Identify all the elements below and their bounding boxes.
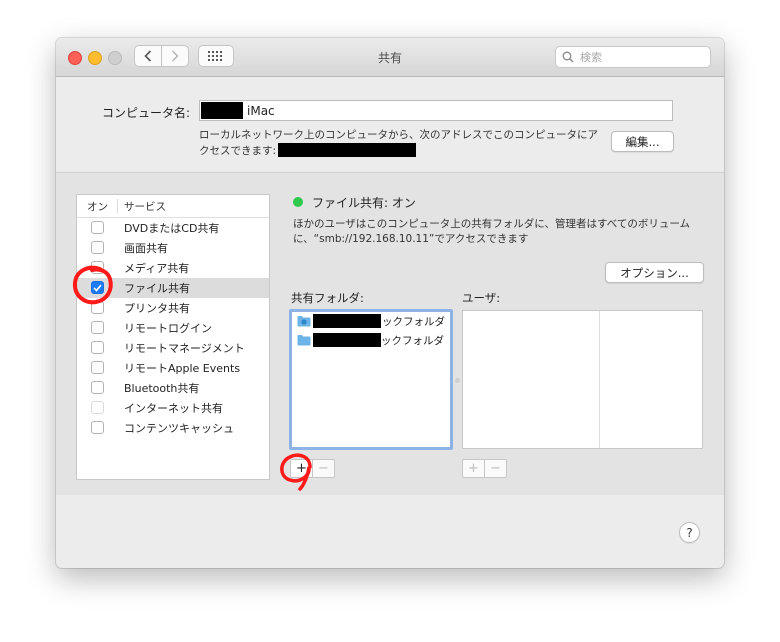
redacted-block: [278, 143, 417, 157]
sharing-panel: オン サービス DVDまたはCD共有 画面共有 メディア共有 ファイル共有 プリ…: [56, 172, 724, 495]
remove-shared-folder-button[interactable]: −: [312, 460, 334, 477]
service-checkbox[interactable]: [91, 221, 104, 234]
service-label: 画面共有: [124, 242, 168, 255]
computer-name-label: コンピュータ名:: [102, 106, 191, 120]
computer-name-value: iMac: [247, 103, 275, 118]
search-icon: [562, 51, 574, 63]
status-indicator-dot: [293, 197, 303, 207]
service-checkbox[interactable]: [91, 341, 104, 354]
service-row-remote-management[interactable]: リモートマネージメント: [77, 338, 269, 358]
users-list[interactable]: [462, 310, 703, 449]
service-label: リモートApple Events: [124, 362, 241, 375]
users-label: ユーザ:: [462, 291, 501, 305]
shared-folder-name: ックフォルダ: [381, 335, 444, 347]
service-checkbox[interactable]: [91, 301, 104, 314]
service-row-screen[interactable]: 画面共有: [77, 238, 269, 258]
users-column-divider: [599, 311, 600, 448]
search-input[interactable]: [578, 49, 702, 65]
service-checkbox[interactable]: [91, 261, 104, 274]
service-row-bluetooth[interactable]: Bluetooth共有: [77, 378, 269, 398]
user-add-remove: + −: [462, 459, 507, 478]
options-button[interactable]: オプション...: [605, 262, 704, 283]
checkmark-icon: [93, 283, 102, 292]
redacted-block: [313, 314, 381, 328]
file-sharing-status: ファイル共有: オン: [312, 196, 416, 210]
redacted-block: [201, 102, 243, 119]
service-checkbox-checked[interactable]: [91, 281, 104, 294]
service-label: リモートマネージメント: [124, 342, 245, 355]
service-row-internet-sharing[interactable]: インターネット共有: [77, 398, 269, 418]
remove-user-button[interactable]: −: [484, 460, 506, 477]
search-field[interactable]: [555, 46, 711, 68]
file-sharing-description: ほかのユーザはこのコンピュータ上の共有フォルダに、管理者はすべてのボリュームに、…: [293, 218, 691, 245]
service-label: リモートログイン: [124, 322, 212, 335]
add-shared-folder-button[interactable]: +: [291, 460, 312, 477]
shared-folder-add-remove: + −: [290, 459, 335, 478]
service-list: オン サービス DVDまたはCD共有 画面共有 メディア共有 ファイル共有 プリ…: [76, 194, 270, 480]
header-divider: [117, 199, 118, 213]
shared-folders-list[interactable]: ックフォルダ ックフォルダ: [289, 309, 453, 450]
service-row-dvd[interactable]: DVDまたはCD共有: [77, 218, 269, 238]
add-user-button[interactable]: +: [463, 460, 484, 477]
service-row-remote-login[interactable]: リモートログイン: [77, 318, 269, 338]
service-label: プリンタ共有: [124, 302, 190, 315]
title-bar: 共有: [56, 38, 724, 77]
service-row-content-caching[interactable]: コンテンツキャッシュ: [77, 418, 269, 438]
service-row-printer[interactable]: プリンタ共有: [77, 298, 269, 318]
service-label: Bluetooth共有: [124, 382, 200, 395]
service-label: ファイル共有: [124, 282, 190, 295]
computer-name-field[interactable]: iMac: [199, 100, 673, 121]
computer-address-description: ローカルネットワーク上のコンピュータから、次のアドレスでこのコンピュータにアクセ…: [199, 128, 599, 159]
split-handle[interactable]: [455, 378, 460, 383]
service-list-header: オン サービス: [77, 195, 269, 218]
service-checkbox[interactable]: [91, 381, 104, 394]
service-row-media[interactable]: メディア共有: [77, 258, 269, 278]
shared-folder-row[interactable]: ックフォルダ: [292, 312, 450, 331]
shared-folder-row[interactable]: ックフォルダ: [292, 331, 450, 350]
folder-icon: [297, 335, 311, 346]
service-label: DVDまたはCD共有: [124, 222, 220, 235]
shared-folders-label: 共有フォルダ:: [291, 291, 364, 305]
computer-name-section: コンピュータ名: iMac ローカルネットワーク上のコンピュータから、次のアドレ…: [56, 77, 724, 172]
service-label: インターネット共有: [124, 402, 223, 415]
edit-button[interactable]: 編集...: [611, 131, 674, 152]
header-service: サービス: [124, 200, 166, 213]
service-row-file-sharing[interactable]: ファイル共有: [77, 278, 269, 298]
sharing-window: 共有 コンピュータ名: iMac ローカルネットワーク上のコンピュータから、次の…: [56, 38, 724, 568]
redacted-block: [313, 333, 381, 347]
header-on: オン: [87, 200, 108, 213]
service-row-remote-apple-events[interactable]: リモートApple Events: [77, 358, 269, 378]
service-checkbox[interactable]: [91, 321, 104, 334]
public-folder-icon: [297, 316, 311, 327]
service-checkbox[interactable]: [91, 421, 104, 434]
shared-folder-name: ックフォルダ: [382, 316, 445, 328]
service-label: メディア共有: [124, 262, 190, 275]
help-button[interactable]: ?: [679, 522, 700, 543]
service-checkbox[interactable]: [91, 241, 104, 254]
service-checkbox-disabled[interactable]: [91, 401, 104, 414]
service-label: コンテンツキャッシュ: [124, 422, 234, 435]
service-checkbox[interactable]: [91, 361, 104, 374]
